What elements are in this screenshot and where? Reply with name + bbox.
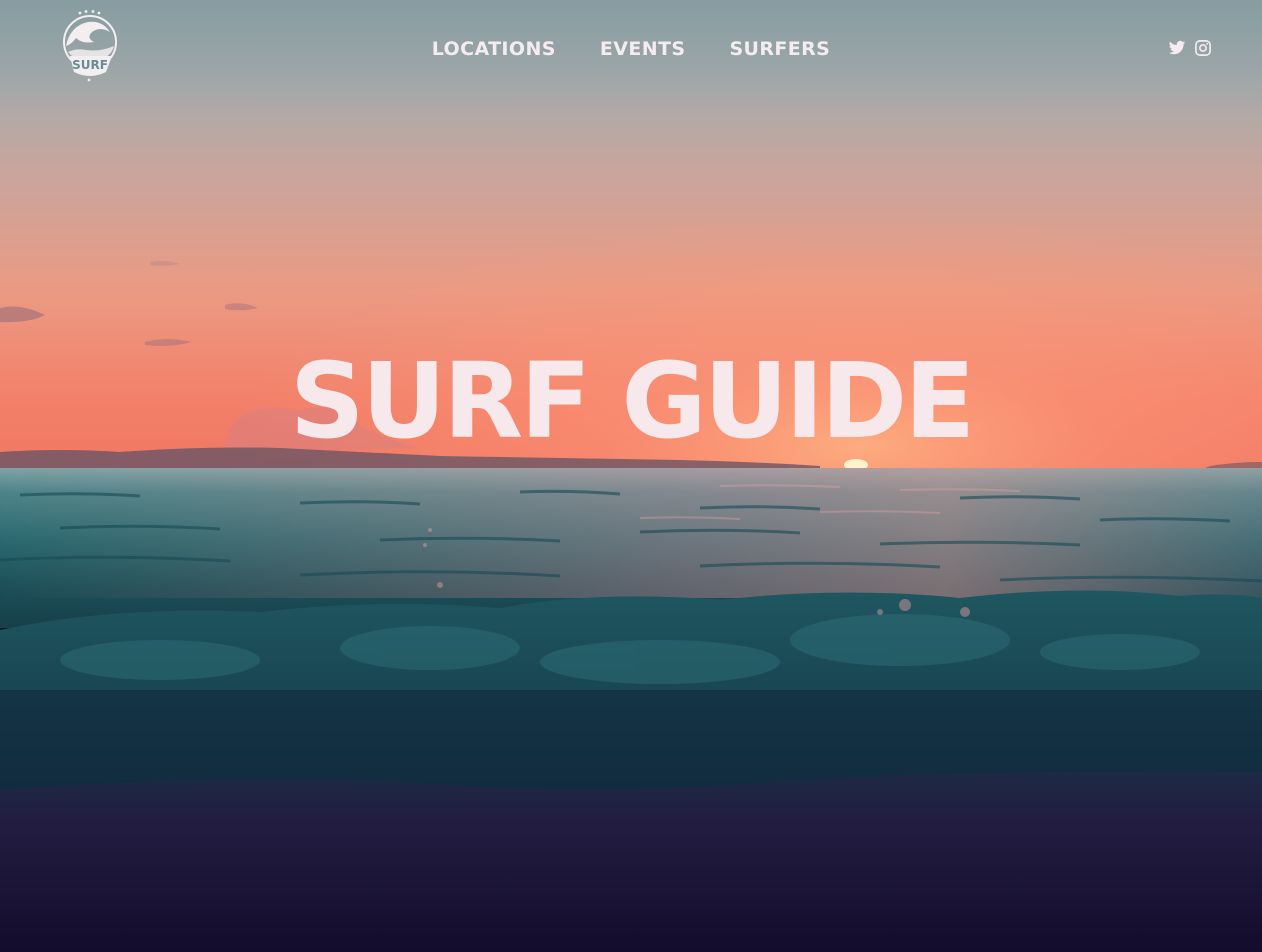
- twitter-icon[interactable]: [1168, 39, 1186, 57]
- main-navigation: LOCATIONS EVENTS SURFERS: [0, 36, 1262, 62]
- social-links: [1168, 39, 1212, 57]
- hero-section: SURF LOCATIONS EVENTS SURFERS SURF GUIDE: [0, 0, 1262, 952]
- nav-item-surfers[interactable]: SURFERS: [729, 38, 830, 60]
- instagram-icon[interactable]: [1194, 39, 1212, 57]
- hero-title: SURF GUIDE: [289, 340, 976, 462]
- nav-item-events[interactable]: EVENTS: [600, 38, 686, 60]
- nav-item-locations[interactable]: LOCATIONS: [432, 38, 556, 60]
- sunset-beach-background: [0, 0, 1262, 952]
